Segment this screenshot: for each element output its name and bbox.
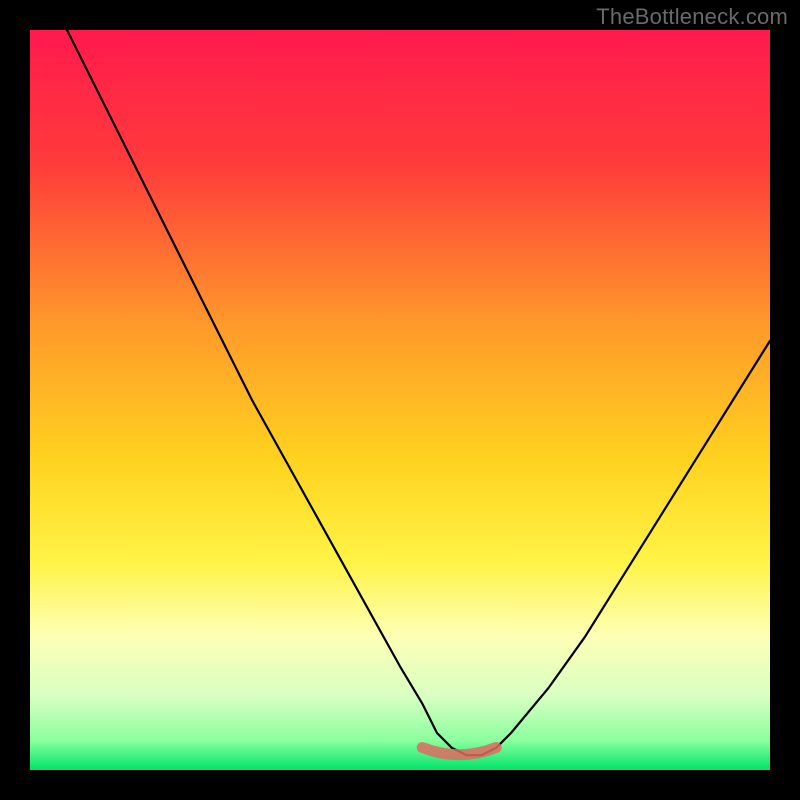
curve-layer — [30, 30, 770, 770]
chart-frame: TheBottleneck.com — [0, 0, 800, 800]
watermark-text: TheBottleneck.com — [596, 4, 788, 30]
optimal-range-marker — [422, 748, 496, 755]
bottleneck-curve — [67, 30, 770, 755]
plot-area — [30, 30, 770, 770]
